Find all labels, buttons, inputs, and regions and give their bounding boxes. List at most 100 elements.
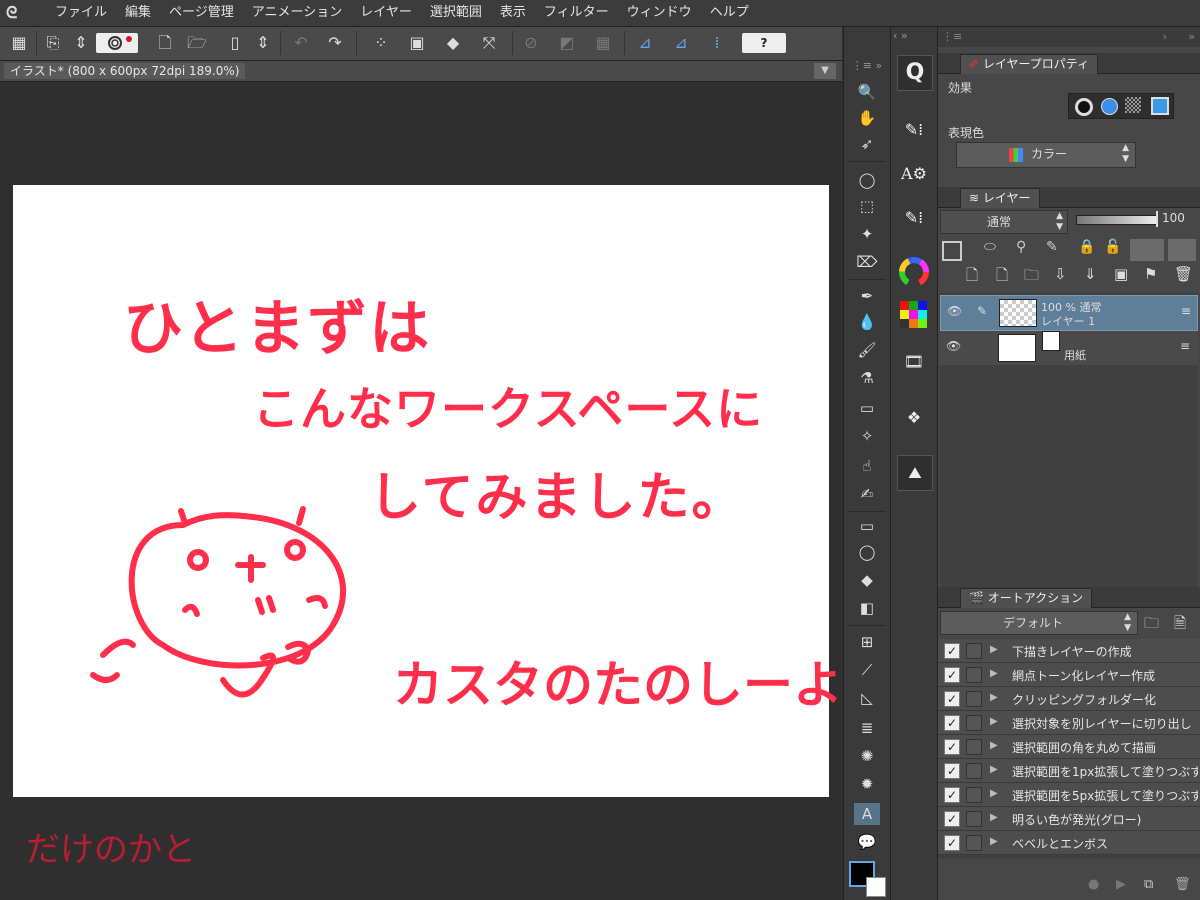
check-icon[interactable]: ✓ bbox=[944, 811, 960, 827]
check-icon[interactable]: ✓ bbox=[944, 763, 960, 779]
lock-transparent-icon[interactable]: 🔓 bbox=[1104, 239, 1121, 255]
deselect-icon[interactable]: ⁘ bbox=[368, 31, 394, 55]
dialog-toggle[interactable] bbox=[966, 643, 982, 659]
focus-lines-icon[interactable]: ✹ bbox=[854, 773, 880, 795]
opacity-slider[interactable] bbox=[1076, 215, 1158, 225]
transfer-down-icon[interactable]: ⇩ bbox=[1054, 265, 1067, 283]
bucket-icon[interactable]: ◆ bbox=[854, 569, 880, 591]
chevron-down-icon[interactable]: ▼ bbox=[814, 63, 836, 79]
quick-access-icon[interactable]: Q bbox=[897, 55, 933, 91]
layer-row[interactable]: 👁 ✎ 100 % 通常 レイヤー 1 ≡ bbox=[940, 295, 1198, 331]
sub-color-swatch[interactable] bbox=[866, 877, 886, 897]
hand-icon[interactable]: ✋ bbox=[854, 107, 880, 129]
list-item[interactable]: ✓ ▶ 選択範囲を5px拡張して塗りつぶす bbox=[938, 783, 1200, 807]
airbrush-icon[interactable]: ⚗ bbox=[854, 367, 880, 389]
zoom-icon[interactable]: 🔍 bbox=[854, 81, 880, 103]
tone-icon[interactable]: ▦ bbox=[590, 31, 616, 55]
fill-icon[interactable]: ✍ bbox=[854, 483, 880, 505]
ruler-snap-icon[interactable]: ⊿ bbox=[632, 31, 658, 55]
ruler-icon[interactable]: ◺ bbox=[854, 687, 880, 709]
dock-collapse-bar[interactable]: ⋮≡ › » bbox=[938, 27, 1200, 47]
check-icon[interactable]: ✓ bbox=[944, 667, 960, 683]
check-icon[interactable]: ✓ bbox=[944, 787, 960, 803]
document-tab[interactable]: イラスト* (800 x 600px 72dpi 189.0%) bbox=[4, 63, 246, 79]
opacity-slider-handle[interactable] bbox=[1156, 211, 1158, 227]
menu-file[interactable]: ファイル bbox=[46, 0, 116, 26]
dialog-toggle[interactable] bbox=[966, 715, 982, 731]
special-ruler-snap-icon[interactable]: ⊿ bbox=[668, 31, 694, 55]
save-icon[interactable]: ▯ bbox=[222, 31, 248, 55]
expand-icon[interactable]: ▶ bbox=[990, 740, 998, 751]
menu-icon[interactable]: ≡ bbox=[1181, 304, 1191, 318]
new-vector-layer-icon[interactable]: 🗋 bbox=[996, 265, 1008, 290]
eyedropper-icon[interactable]: ⌦ bbox=[854, 251, 880, 273]
list-item[interactable]: ✓ ▶ 網点トーン化レイヤー作成 bbox=[938, 663, 1200, 687]
auto-action-set-select[interactable]: デフォルト ▲ ▼ bbox=[940, 611, 1138, 635]
expand-icon[interactable]: ▶ bbox=[990, 812, 998, 823]
blend-icon[interactable]: ☝ bbox=[854, 455, 880, 477]
clipping-icon[interactable]: ⬭ bbox=[984, 239, 996, 255]
decoration-icon[interactable]: ✧ bbox=[854, 425, 880, 447]
expression-color-select[interactable]: カラー ▲ ▼ bbox=[956, 142, 1136, 168]
magic-wand-icon[interactable]: ✦ bbox=[854, 223, 880, 245]
rect-select-icon[interactable]: ⬚ bbox=[854, 195, 880, 217]
lock-icon[interactable]: 🔒 bbox=[1078, 239, 1095, 255]
expand-icon[interactable]: ▶ bbox=[990, 716, 998, 727]
grid-icon[interactable]: ▦ bbox=[6, 31, 32, 55]
menu-selection[interactable]: 選択範囲 bbox=[421, 0, 491, 26]
list-item[interactable]: ✓ ▶ 明るい色が発光(グロー) bbox=[938, 807, 1200, 831]
tone-effect-icon[interactable] bbox=[1101, 98, 1118, 115]
grid-snap-icon[interactable]: ⁞ bbox=[704, 31, 730, 55]
balloon-icon[interactable]: 💬 bbox=[854, 831, 880, 853]
ruler-enable-icon[interactable] bbox=[1168, 239, 1196, 261]
trash-icon[interactable]: 🗑 bbox=[1174, 265, 1193, 283]
gradient-tool-icon[interactable]: ◧ bbox=[854, 597, 880, 619]
updown-icon[interactable]: ⇕ bbox=[252, 31, 274, 55]
record-icon[interactable]: ● bbox=[1088, 877, 1099, 892]
redo-icon[interactable]: ↷ bbox=[322, 31, 348, 55]
hatch-icon[interactable]: ≣ bbox=[854, 717, 880, 739]
auto-action-tab[interactable]: 🎬 オートアクション bbox=[960, 588, 1093, 608]
layer-property-tab[interactable]: ✐ レイヤープロパティ bbox=[960, 54, 1099, 74]
invert-selection-icon[interactable]: ▣ bbox=[404, 31, 430, 55]
dialog-toggle[interactable] bbox=[966, 763, 982, 779]
layer-row[interactable]: 👁 用紙 ≡ bbox=[940, 331, 1198, 365]
brush-preset-button[interactable] bbox=[96, 33, 138, 53]
subtool-pen-icon[interactable]: ✎⁞ bbox=[897, 113, 931, 147]
new-file-icon[interactable]: 🗋 bbox=[152, 31, 178, 55]
dialog-toggle[interactable] bbox=[966, 691, 982, 707]
chevron-right-icon[interactable]: » bbox=[1188, 27, 1195, 47]
border-effect-icon[interactable] bbox=[1075, 98, 1093, 116]
lasso-icon[interactable]: ◯ bbox=[854, 169, 880, 191]
layer-tab[interactable]: ≋ レイヤー bbox=[960, 188, 1040, 208]
new-action-icon[interactable]: 🗎 bbox=[1174, 613, 1186, 638]
apply-mask-icon[interactable]: ⚑ bbox=[1144, 265, 1157, 283]
menu-layer[interactable]: レイヤー bbox=[351, 0, 421, 26]
chevron-right-icon[interactable]: › bbox=[1163, 27, 1167, 47]
brush-size-icon[interactable]: ⎘ bbox=[40, 31, 66, 55]
dialog-toggle[interactable] bbox=[966, 787, 982, 803]
line-icon[interactable]: ⟋ bbox=[854, 659, 880, 681]
eye-icon[interactable]: 👁 bbox=[946, 339, 961, 353]
list-item[interactable]: ✓ ▶ 選択範囲の角を丸めて描画 bbox=[938, 735, 1200, 759]
menu-window[interactable]: ウィンドウ bbox=[618, 0, 701, 26]
text-tool-icon[interactable]: A bbox=[854, 803, 880, 825]
play-icon[interactable]: ▶ bbox=[1116, 877, 1126, 892]
material-icon[interactable]: ❖ bbox=[897, 401, 931, 435]
collapse-icon[interactable]: ‹ » bbox=[893, 29, 935, 45]
menu-animation[interactable]: アニメーション bbox=[243, 0, 351, 26]
expand-icon[interactable]: ▶ bbox=[990, 668, 998, 679]
mask-icon[interactable]: ▣ bbox=[1114, 265, 1128, 283]
dialog-toggle[interactable] bbox=[966, 811, 982, 827]
list-item[interactable]: ✓ ▶ 選択範囲を1px拡張して塗りつぶす bbox=[938, 759, 1200, 783]
expand-icon[interactable]: ▶ bbox=[990, 788, 998, 799]
dialog-toggle[interactable] bbox=[966, 667, 982, 683]
eraser-icon[interactable]: ▭ bbox=[854, 397, 880, 419]
updown-icon[interactable]: ⇕ bbox=[70, 31, 92, 55]
expand-icon[interactable]: ▶ bbox=[990, 692, 998, 703]
check-icon[interactable]: ✓ bbox=[944, 691, 960, 707]
new-set-icon[interactable]: 🗀 bbox=[1144, 613, 1159, 638]
menu-edit[interactable]: 編集 bbox=[116, 0, 160, 26]
list-item[interactable]: ✓ ▶ ベベルとエンボス bbox=[938, 831, 1200, 855]
mask-enable-icon[interactable] bbox=[1130, 239, 1164, 261]
